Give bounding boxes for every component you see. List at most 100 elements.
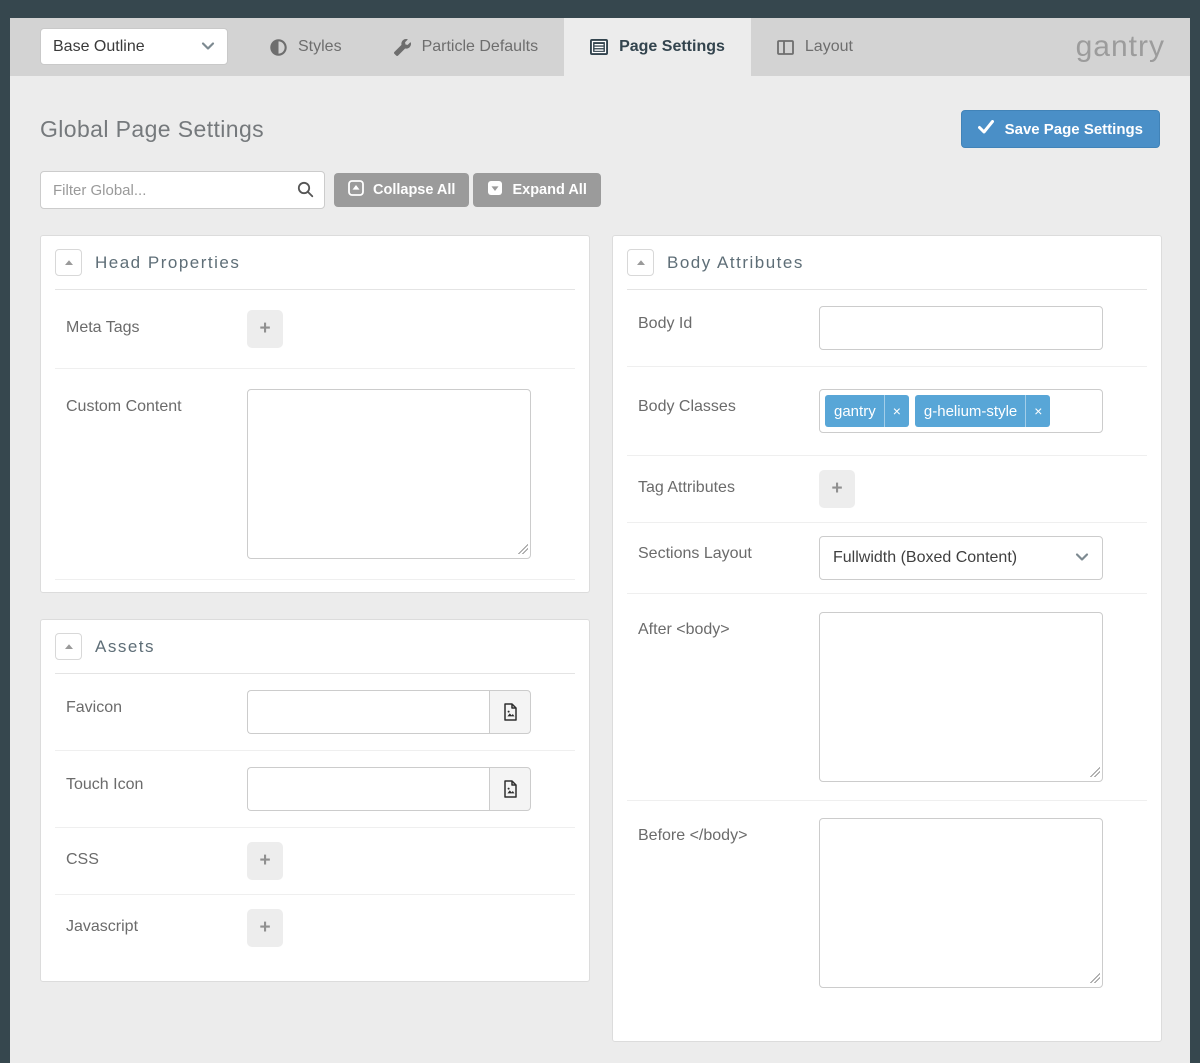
favicon-row: Favicon [55,674,575,751]
collapse-all-button[interactable]: Collapse All [334,173,469,207]
check-icon [978,120,994,138]
caret-square-up-icon [348,180,364,200]
chevron-down-icon [1075,549,1089,567]
resize-grip[interactable] [1089,972,1100,983]
field-label: Favicon [66,690,247,717]
save-page-settings-button[interactable]: Save Page Settings [961,110,1160,148]
expand-all-label: Expand All [512,182,586,198]
collapse-panel-button[interactable] [627,249,654,276]
file-image-icon [502,703,519,721]
after-body-row: After <body> [627,594,1147,801]
touch-icon-row: Touch Icon [55,751,575,828]
tag-remove-icon[interactable]: × [1025,395,1050,427]
wrench-icon [394,39,411,56]
touch-icon-input[interactable] [247,767,489,811]
resize-grip[interactable] [1089,766,1100,777]
tabbar-spacer [879,18,1076,76]
tab-layout[interactable]: Layout [751,18,879,76]
tab-label: Styles [298,38,342,56]
field-label: Tag Attributes [638,470,819,497]
favicon-input-group [247,690,531,734]
collapse-panel-button[interactable] [55,249,82,276]
caret-up-icon [64,643,74,650]
tag-chip: g-helium-style × [915,395,1051,427]
gantry-logo: gantry [1076,30,1165,64]
custom-content-textarea[interactable] [247,389,531,559]
javascript-row: Javascript + [55,895,575,961]
head-properties-panel: Head Properties Meta Tags + Custom Conte… [40,235,590,593]
sections-layout-value: Fullwidth (Boxed Content) [833,549,1017,567]
pick-touch-icon-image-button[interactable] [489,767,531,811]
add-javascript-button[interactable]: + [247,909,283,947]
css-row: CSS + [55,828,575,895]
tab-label: Particle Defaults [422,38,539,56]
top-tab-bar: Base Outline Styles Particle Defaults [10,18,1190,76]
settings-columns: Head Properties Meta Tags + Custom Conte… [40,235,1160,1042]
before-body-wrap [819,818,1103,988]
tab-page-settings[interactable]: Page Settings [564,18,751,76]
pick-favicon-image-button[interactable] [489,690,531,734]
custom-content-wrap [247,389,531,559]
before-body-textarea[interactable] [819,818,1103,988]
field-label: Body Classes [638,389,819,416]
tag-chip: gantry × [825,395,909,427]
outline-selector[interactable]: Base Outline [40,28,228,65]
page-title: Global Page Settings [40,116,264,143]
head-properties-header: Head Properties [55,236,575,290]
assets-panel: Assets Favicon [40,619,590,982]
admin-frame: Base Outline Styles Particle Defaults [0,0,1200,1063]
file-image-icon [502,780,519,798]
search-icon [297,181,314,203]
meta-tags-row: Meta Tags + [55,290,575,369]
add-css-button[interactable]: + [247,842,283,880]
sections-layout-select[interactable]: Fullwidth (Boxed Content) [819,536,1103,580]
expand-all-button[interactable]: Expand All [473,173,600,207]
tag-remove-icon[interactable]: × [884,395,909,427]
field-label: Custom Content [66,389,247,416]
favicon-input[interactable] [247,690,489,734]
panel-title: Head Properties [95,253,240,273]
field-label: After <body> [638,612,819,639]
body-id-input[interactable] [819,306,1103,350]
page-settings-icon [590,39,608,55]
outline-selector-value: Base Outline [53,38,145,56]
body-attributes-panel: Body Attributes Body Id Body Classes [612,235,1162,1042]
add-tag-attribute-button[interactable]: + [819,470,855,508]
caret-square-down-icon [487,180,503,200]
tag-label: gantry [834,403,876,420]
tab-styles[interactable]: Styles [244,18,368,76]
tag-attributes-row: Tag Attributes + [627,456,1147,523]
body-classes-input[interactable]: gantry × g-helium-style × [819,389,1103,433]
caret-up-icon [636,259,646,266]
touch-icon-input-group [247,767,531,811]
panel-title: Assets [95,637,155,657]
collapse-all-label: Collapse All [373,182,455,198]
before-body-row: Before </body> [627,801,1147,1005]
filter-field-wrap [40,171,325,209]
field-label: Sections Layout [638,536,819,563]
filter-toolbar: Collapse All Expand All [40,171,1160,209]
panel-title: Body Attributes [667,253,804,273]
tab-particle-defaults[interactable]: Particle Defaults [368,18,565,76]
after-body-textarea[interactable] [819,612,1103,782]
add-meta-tag-button[interactable]: + [247,310,283,348]
sections-layout-row: Sections Layout Fullwidth (Boxed Content… [627,523,1147,594]
tab-label: Page Settings [619,38,725,56]
caret-up-icon [64,259,74,266]
layout-columns-icon [777,40,794,55]
body-attributes-header: Body Attributes [627,236,1147,290]
filter-input[interactable] [40,171,325,209]
gantry-admin-app: Base Outline Styles Particle Defaults [10,18,1190,1063]
field-label: CSS [66,842,247,869]
field-label: Before </body> [638,818,819,845]
collapse-panel-button[interactable] [55,633,82,660]
field-label: Javascript [66,909,247,936]
after-body-wrap [819,612,1103,782]
field-label: Meta Tags [66,310,247,337]
contrast-icon [270,39,287,56]
resize-grip[interactable] [517,543,528,554]
tab-label: Layout [805,38,853,56]
body-id-row: Body Id [627,290,1147,367]
page-heading-row: Global Page Settings Save Page Settings [40,110,1160,148]
body-classes-row: Body Classes gantry × g-helium-style × [627,367,1147,456]
